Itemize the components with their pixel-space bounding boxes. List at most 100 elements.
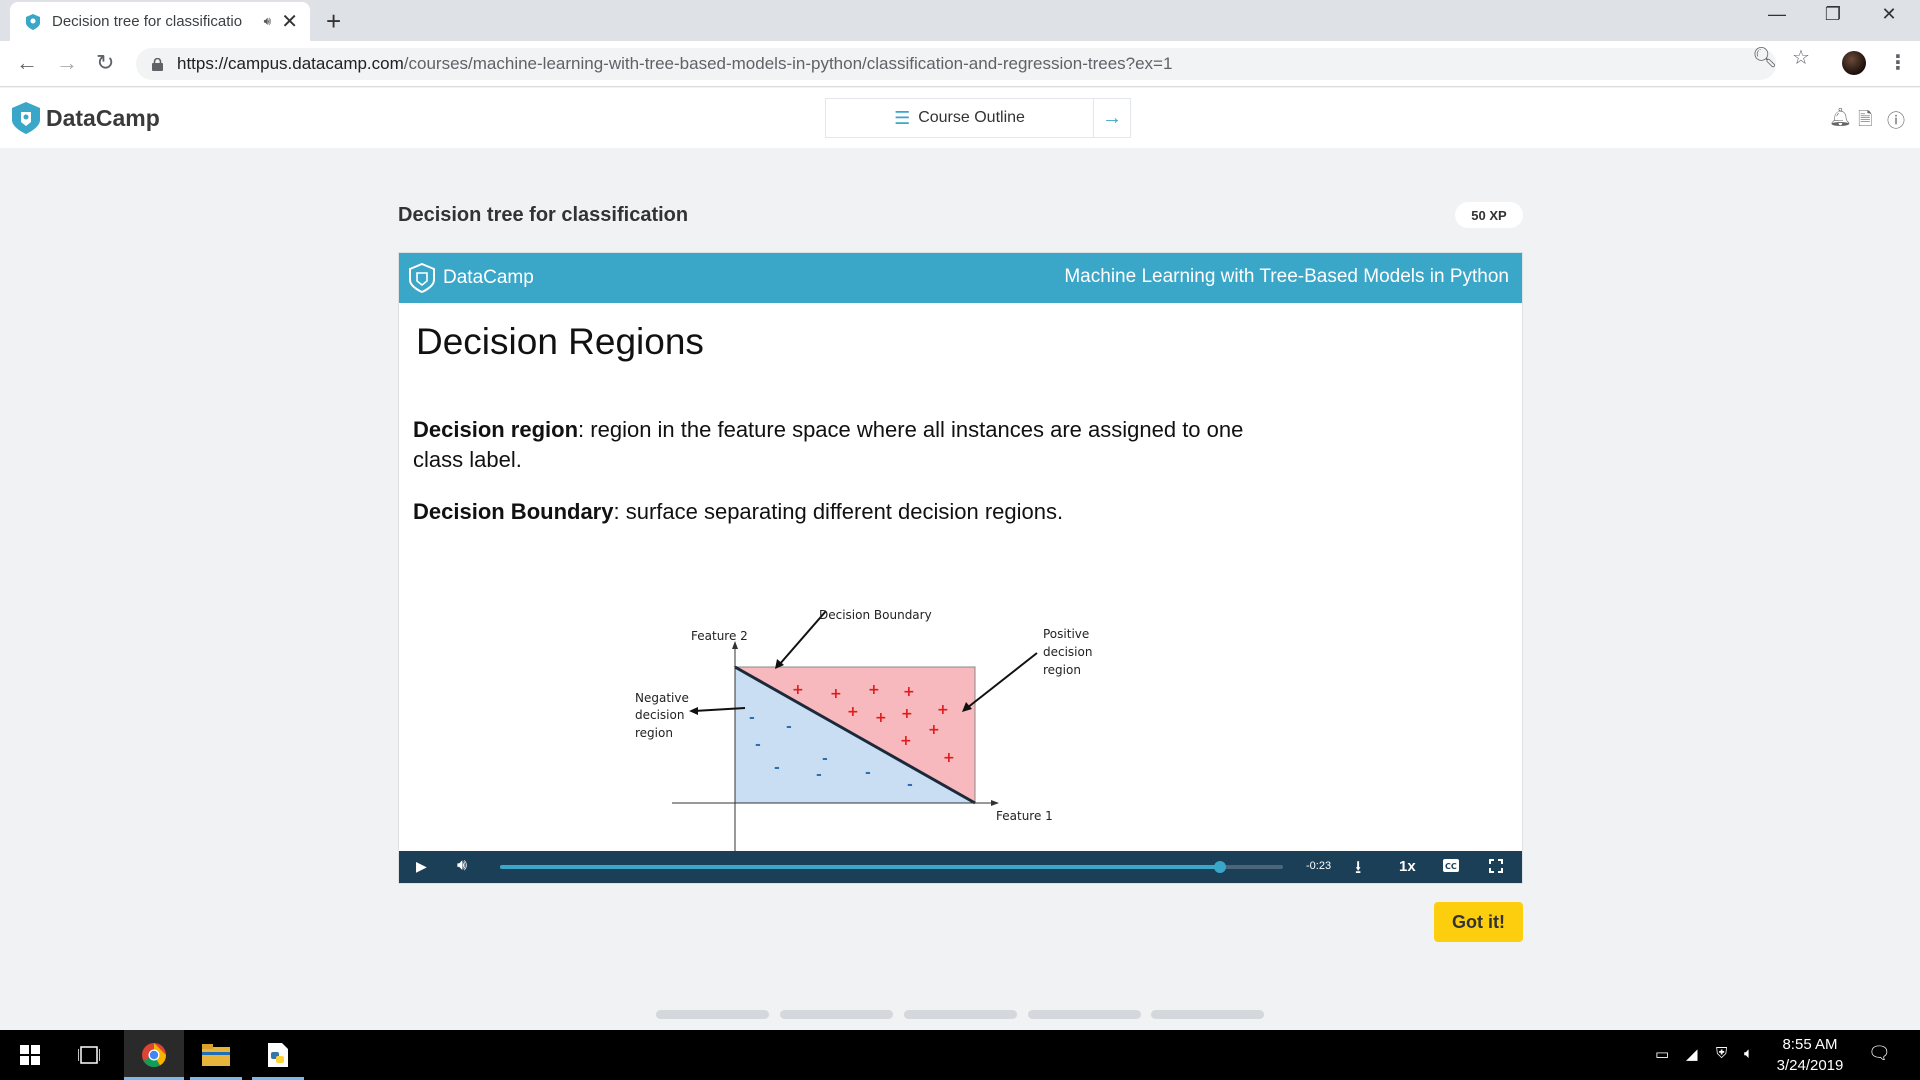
- video-player[interactable]: DataCamp Machine Learning with Tree-Base…: [398, 252, 1523, 884]
- time-remaining: -0:23: [1306, 860, 1332, 872]
- plus-marker: +: [868, 682, 880, 698]
- folder-icon: [202, 1044, 230, 1066]
- reload-icon[interactable]: ↻: [96, 50, 114, 76]
- task-view-icon: [78, 1046, 100, 1064]
- minus-marker: -: [755, 737, 761, 753]
- notifications-icon[interactable]: 🗨︎: [1868, 1043, 1891, 1064]
- speed-button[interactable]: 1x: [1399, 858, 1416, 875]
- plus-marker: +: [900, 733, 912, 749]
- minus-marker: -: [786, 719, 792, 735]
- tab-close-icon[interactable]: ✕: [281, 12, 298, 32]
- profile-avatar[interactable]: [1842, 51, 1866, 75]
- volume-icon[interactable]: 🔊︎: [457, 857, 467, 875]
- player-controls: ▶ 🔊︎ -0:23 ⭳ 1x CC: [399, 851, 1522, 883]
- datacamp-shield-icon: [12, 102, 40, 134]
- forward-icon[interactable]: →: [56, 50, 78, 76]
- speaker-icon[interactable]: 🔈︎: [1744, 1045, 1753, 1062]
- bookmark-star-icon[interactable]: ☆: [1792, 45, 1810, 70]
- course-outline-button[interactable]: ☰ Course Outline: [826, 99, 1094, 137]
- clock-date: 3/24/2019: [1776, 1057, 1844, 1074]
- xp-badge: 50 XP: [1455, 202, 1523, 228]
- label-positive-3: region: [1043, 663, 1081, 677]
- plus-marker: +: [830, 686, 842, 702]
- minus-marker: -: [822, 751, 828, 767]
- negative-pointer-head: [689, 707, 698, 715]
- next-arrow-icon[interactable]: →: [1094, 99, 1130, 137]
- step-indicator[interactable]: [656, 1010, 769, 1019]
- step-indicator[interactable]: [904, 1010, 1017, 1019]
- label-decision-boundary: Decision Boundary: [819, 608, 932, 622]
- datacamp-logo[interactable]: DataCamp: [12, 102, 160, 134]
- course-outline-control: ☰ Course Outline →: [825, 98, 1131, 138]
- plus-marker: +: [943, 750, 955, 766]
- close-icon[interactable]: ✕: [1866, 4, 1912, 25]
- hamburger-icon: ☰: [894, 107, 911, 128]
- progress-knob[interactable]: [1214, 861, 1227, 873]
- label-feature-2: Feature 2: [691, 629, 748, 643]
- chrome-icon: [142, 1043, 166, 1068]
- browser-tab[interactable]: Decision tree for classificatio 🔊︎ ✕: [10, 2, 310, 41]
- plus-marker: +: [792, 682, 804, 698]
- back-icon[interactable]: ←: [16, 50, 38, 76]
- battery-icon[interactable]: ▭: [1655, 1045, 1669, 1063]
- label-negative-3: region: [635, 726, 673, 740]
- download-icon[interactable]: ⭳: [1355, 855, 1361, 885]
- plus-marker: +: [937, 702, 949, 718]
- label-feature-1: Feature 1: [996, 809, 1053, 823]
- course-outline-label: Course Outline: [918, 109, 1025, 126]
- zoom-icon[interactable]: 🔍︎: [1752, 45, 1777, 70]
- fullscreen-icon[interactable]: [1489, 859, 1503, 878]
- task-view-button[interactable]: [64, 1030, 114, 1080]
- plus-marker: +: [847, 704, 859, 720]
- label-negative-2: decision: [635, 708, 684, 722]
- app-header: DataCamp ☰ Course Outline → 🔔︎ 🗎 ⓘ: [0, 88, 1920, 148]
- captions-icon[interactable]: CC: [1443, 859, 1459, 877]
- brand-name: DataCamp: [46, 104, 160, 131]
- label-positive-2: decision: [1043, 645, 1092, 659]
- url-text: https://campus.datacamp.com/courses/mach…: [177, 54, 1172, 74]
- minimize-icon[interactable]: —: [1754, 4, 1800, 25]
- play-icon[interactable]: ▶: [416, 858, 427, 875]
- defender-shield-icon[interactable]: ⛨: [1716, 1045, 1727, 1062]
- taskbar-file-explorer[interactable]: [190, 1030, 242, 1080]
- minus-marker: -: [774, 760, 780, 776]
- python-file-icon: [268, 1043, 288, 1067]
- pdf-icon[interactable]: 🗎: [1858, 107, 1872, 137]
- label-positive-1: Positive: [1043, 627, 1089, 641]
- step-indicator[interactable]: [1028, 1010, 1141, 1019]
- new-tab-button[interactable]: +: [326, 6, 341, 37]
- got-it-button[interactable]: Got it!: [1434, 902, 1523, 942]
- windows-taskbar: ▭ ◢ ⛨ 🔈︎ 8:55 AM 3/24/2019 🗨︎: [0, 1030, 1920, 1080]
- taskbar-chrome[interactable]: [124, 1030, 184, 1080]
- taskbar-python-editor[interactable]: [252, 1030, 304, 1080]
- start-button[interactable]: [0, 1030, 60, 1080]
- svg-text:CC: CC: [1445, 862, 1457, 871]
- browser-tab-strip: Decision tree for classificatio 🔊︎ ✕ + —…: [0, 0, 1920, 41]
- info-icon[interactable]: ⓘ: [1887, 107, 1905, 133]
- plus-marker: +: [928, 722, 940, 738]
- system-clock[interactable]: 8:55 AM 3/24/2019: [1760, 1034, 1860, 1076]
- bell-icon[interactable]: 🔔︎: [1829, 107, 1852, 128]
- minus-marker: -: [749, 710, 755, 726]
- wifi-icon[interactable]: ◢: [1686, 1045, 1698, 1063]
- browser-menu-icon[interactable]: ⋮: [1888, 50, 1908, 75]
- url-path: /courses/machine-learning-with-tree-base…: [403, 54, 1173, 73]
- restore-icon[interactable]: ❐: [1810, 4, 1856, 25]
- label-negative-1: Negative: [635, 691, 689, 705]
- positive-pointer: [966, 652, 1038, 709]
- step-indicator[interactable]: [780, 1010, 893, 1019]
- progress-fill: [500, 865, 1221, 869]
- plus-marker: +: [901, 706, 913, 722]
- tab-audio-icon[interactable]: 🔊︎: [264, 14, 272, 29]
- plus-marker: +: [903, 684, 915, 700]
- address-bar[interactable]: https://campus.datacamp.com/courses/mach…: [136, 48, 1776, 80]
- windows-logo-icon: [20, 1045, 40, 1065]
- lock-icon: [152, 57, 163, 71]
- minus-marker: -: [816, 767, 822, 783]
- plus-marker: +: [875, 710, 887, 726]
- step-indicator[interactable]: [1151, 1010, 1264, 1019]
- decision-regions-diagram: + + + + + + + + + + + - - - - - - - - De…: [635, 608, 1092, 853]
- browser-toolbar: ← → ↻ https://campus.datacamp.com/course…: [0, 41, 1920, 87]
- progress-bar[interactable]: [500, 861, 1283, 873]
- clock-time: 8:55 AM: [1782, 1036, 1838, 1053]
